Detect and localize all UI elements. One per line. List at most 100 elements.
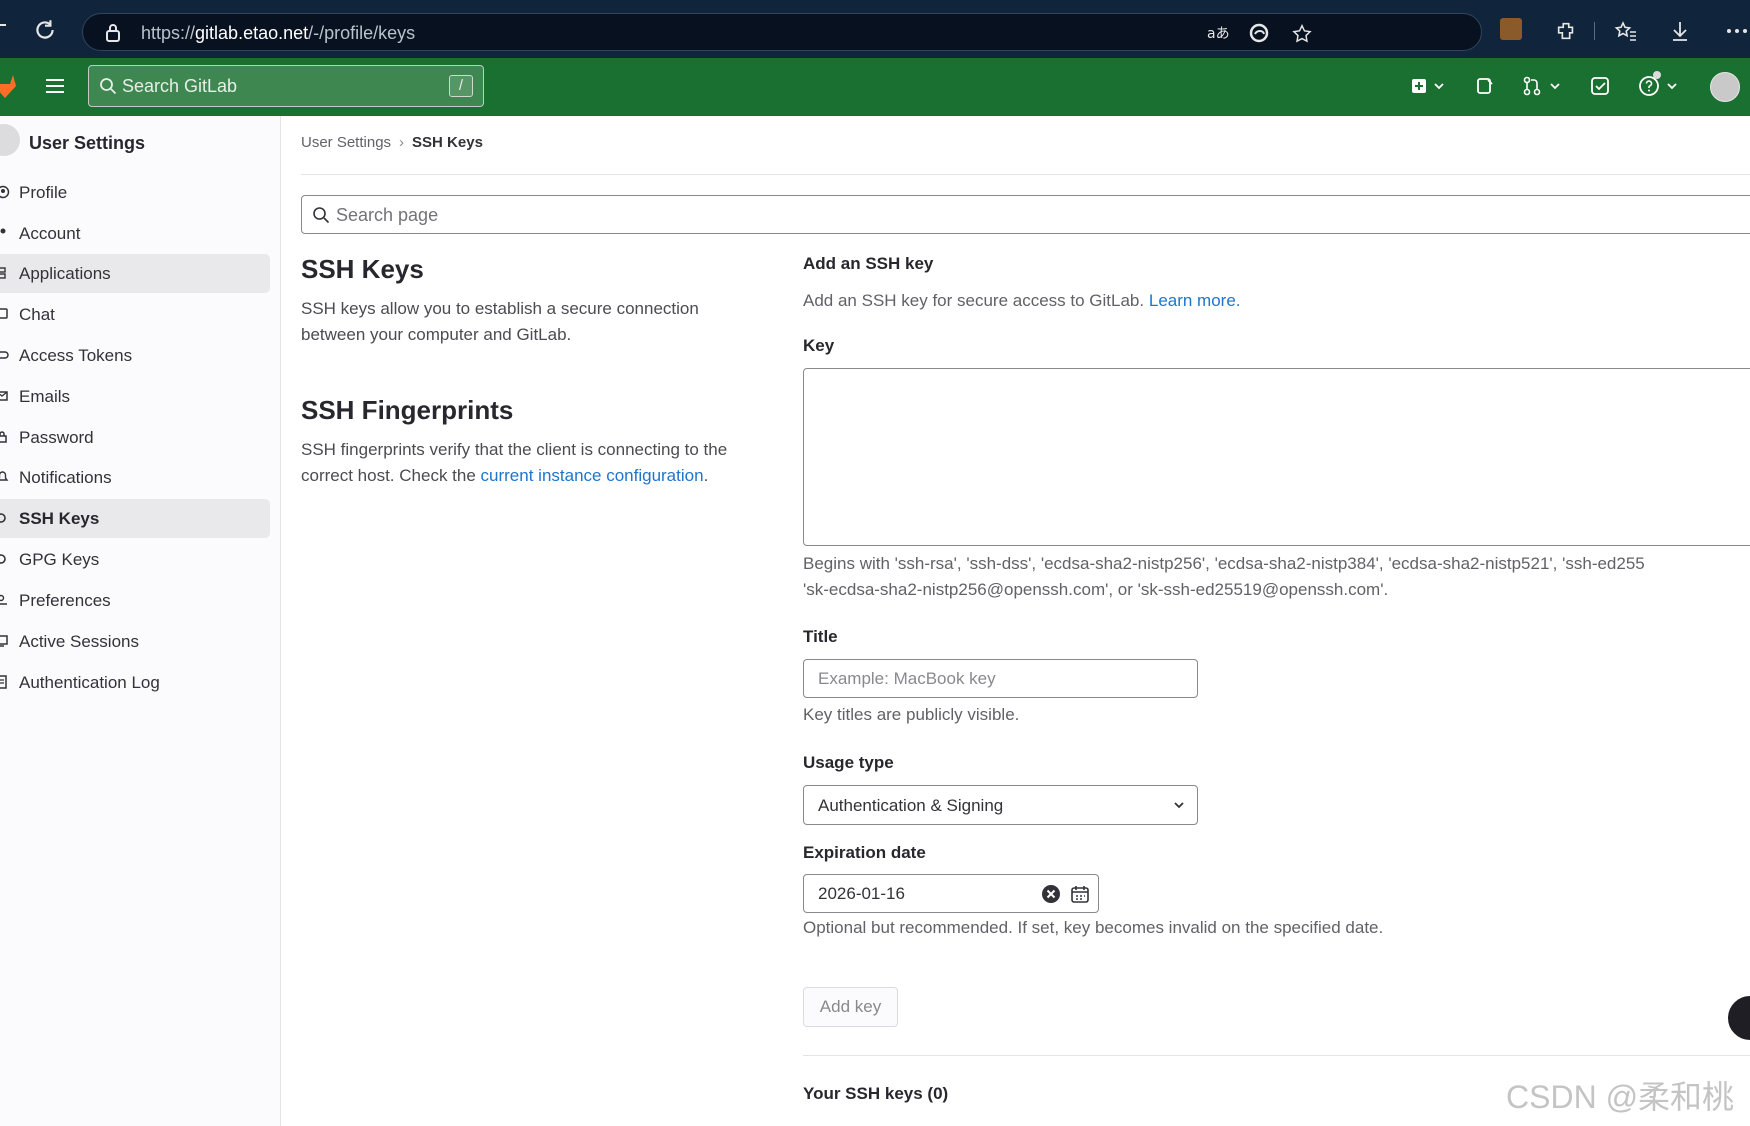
sidebar-item-label: Notifications — [19, 468, 112, 487]
search-page-placeholder: Search page — [336, 205, 439, 225]
sidebar-item-applications[interactable]: Applications — [0, 254, 270, 293]
merge-requests-icon[interactable] — [1522, 76, 1562, 96]
usage-type-value: Authentication & Signing — [818, 796, 1004, 815]
sidebar-item-label: Active Sessions — [19, 632, 139, 651]
learn-more-link[interactable]: Learn more. — [1149, 291, 1241, 310]
add-ssh-key-heading: Add an SSH key — [803, 254, 934, 273]
sidebar-item-gpg-keys[interactable]: GPG Keys — [0, 540, 270, 579]
browser-toolbar: https://gitlab.etao.net/-/profile/keys a… — [0, 0, 1750, 58]
account-icon — [0, 228, 6, 234]
gitlab-logo-icon[interactable] — [0, 72, 18, 100]
title-field[interactable]: Example: MacBook key — [803, 659, 1198, 698]
gitlab-header: Search GitLab / — [0, 58, 1750, 116]
sidebar-item-label: Emails — [19, 387, 71, 406]
title-label: Title — [803, 627, 838, 646]
sidebar-item-label: Profile — [19, 183, 68, 202]
expiration-date-label: Expiration date — [803, 843, 926, 862]
sidebar-item-label: Applications — [19, 264, 111, 283]
applications-icon — [0, 267, 6, 279]
sidebar-item-account[interactable]: Account — [0, 214, 270, 253]
key-icon — [0, 554, 6, 564]
profile-icon — [0, 185, 10, 199]
favorite-star-icon[interactable] — [1291, 23, 1313, 45]
sidebar-item-label: SSH Keys — [19, 509, 100, 528]
extensions-icon[interactable] — [1555, 20, 1577, 42]
sidebar-item-profile[interactable]: Profile — [0, 173, 270, 212]
sidebar-item-label: Chat — [19, 305, 55, 324]
help-button[interactable] — [1726, 994, 1750, 1042]
watermark: CSDN @柔和桃 — [1506, 1079, 1735, 1115]
chevron-down-icon — [1174, 802, 1184, 809]
help-icon[interactable] — [1638, 70, 1680, 98]
calendar-icon[interactable] — [1070, 884, 1090, 904]
lock-icon — [0, 431, 7, 443]
search-shortcut-key: / — [449, 75, 473, 97]
token-icon — [0, 351, 9, 359]
sidebar-item-label: Password — [19, 428, 94, 447]
breadcrumb-parent[interactable]: User Settings — [301, 134, 391, 151]
sidebar-item-label: Preferences — [19, 591, 111, 610]
search-icon — [313, 207, 330, 224]
reload-icon[interactable] — [32, 17, 58, 43]
user-avatar[interactable] — [1710, 72, 1740, 102]
todo-icon[interactable] — [1590, 76, 1610, 96]
download-icon[interactable] — [1670, 20, 1690, 42]
back-arrow-icon[interactable] — [0, 24, 6, 34]
favorites-icon[interactable] — [1614, 20, 1638, 42]
usage-type-select[interactable]: Authentication & Signing — [803, 785, 1198, 825]
avatar — [0, 124, 20, 156]
sidebar-item-label: Account — [19, 224, 81, 243]
divider — [803, 1055, 1750, 1056]
edge-icon[interactable] — [1249, 23, 1269, 43]
address-bar[interactable]: https://gitlab.etao.net/-/profile/keys a… — [82, 13, 1482, 51]
profile-avatar-icon[interactable] — [1500, 18, 1522, 40]
translate-icon[interactable]: aあ — [1207, 23, 1229, 43]
sidebar-item-access-tokens[interactable]: Access Tokens — [0, 336, 270, 375]
expiration-date-field[interactable]: 2026-01-16 — [803, 874, 1099, 913]
user-settings-sidebar: User Settings Profile Account Applicatio… — [0, 116, 281, 1126]
sidebar-item-authentication-log[interactable]: Authentication Log — [0, 663, 270, 702]
menu-icon[interactable] — [44, 76, 66, 96]
add-key-button[interactable]: Add key — [803, 987, 898, 1027]
sidebar-item-active-sessions[interactable]: Active Sessions — [0, 622, 270, 661]
sidebar-item-ssh-keys[interactable]: SSH Keys — [0, 499, 270, 538]
preferences-icon — [0, 594, 7, 605]
sidebar-header[interactable]: User Settings — [0, 116, 280, 170]
svg-text:aあ: aあ — [1207, 26, 1229, 42]
gitlab-search-input[interactable]: Search GitLab / — [88, 65, 484, 107]
issues-icon[interactable] — [1475, 76, 1495, 96]
sidebar-item-label: GPG Keys — [19, 550, 100, 569]
sidebar-item-notifications[interactable]: Notifications — [0, 458, 270, 497]
add-ssh-key-intro: Add an SSH key for secure access to GitL… — [803, 291, 1241, 310]
bell-icon — [0, 471, 9, 481]
sidebar-item-chat[interactable]: Chat — [0, 295, 270, 334]
ssh-keys-title: SSH Keys — [301, 254, 424, 284]
divider — [301, 174, 1750, 175]
breadcrumb: User Settings › SSH Keys — [301, 134, 483, 151]
more-icon[interactable] — [1726, 28, 1750, 34]
sidebar-title: User Settings — [29, 133, 146, 153]
toolbar-divider — [1594, 22, 1595, 40]
instance-configuration-link[interactable]: current instance configuration — [481, 466, 704, 485]
sidebar-item-emails[interactable]: Emails — [0, 377, 270, 416]
lock-icon[interactable] — [105, 23, 121, 43]
monitor-icon — [0, 635, 8, 647]
create-new-icon[interactable] — [1410, 76, 1446, 96]
sidebar-item-preferences[interactable]: Preferences — [0, 581, 270, 620]
your-ssh-keys-heading: Your SSH keys (0) — [803, 1084, 949, 1103]
expiration-date-value: 2026-01-16 — [818, 884, 905, 903]
ssh-fingerprints-title: SSH Fingerprints — [301, 395, 514, 425]
clear-date-icon[interactable] — [1041, 884, 1061, 904]
ssh-keys-description: SSH keys allow you to establish a secure… — [301, 299, 699, 344]
key-textarea[interactable] — [803, 368, 1750, 546]
sidebar-item-label: Authentication Log — [19, 673, 160, 692]
title-hint: Key titles are publicly visible. — [803, 705, 1020, 724]
usage-type-label: Usage type — [803, 753, 894, 772]
search-icon — [100, 78, 117, 95]
breadcrumb-current[interactable]: SSH Keys — [412, 134, 483, 151]
url-text[interactable]: https://gitlab.etao.net/-/profile/keys — [141, 23, 415, 44]
sidebar-item-label: Access Tokens — [19, 346, 133, 365]
search-page-input[interactable]: Search page — [301, 195, 1750, 234]
breadcrumb-separator: › — [399, 134, 405, 151]
sidebar-item-password[interactable]: Password — [0, 418, 270, 457]
